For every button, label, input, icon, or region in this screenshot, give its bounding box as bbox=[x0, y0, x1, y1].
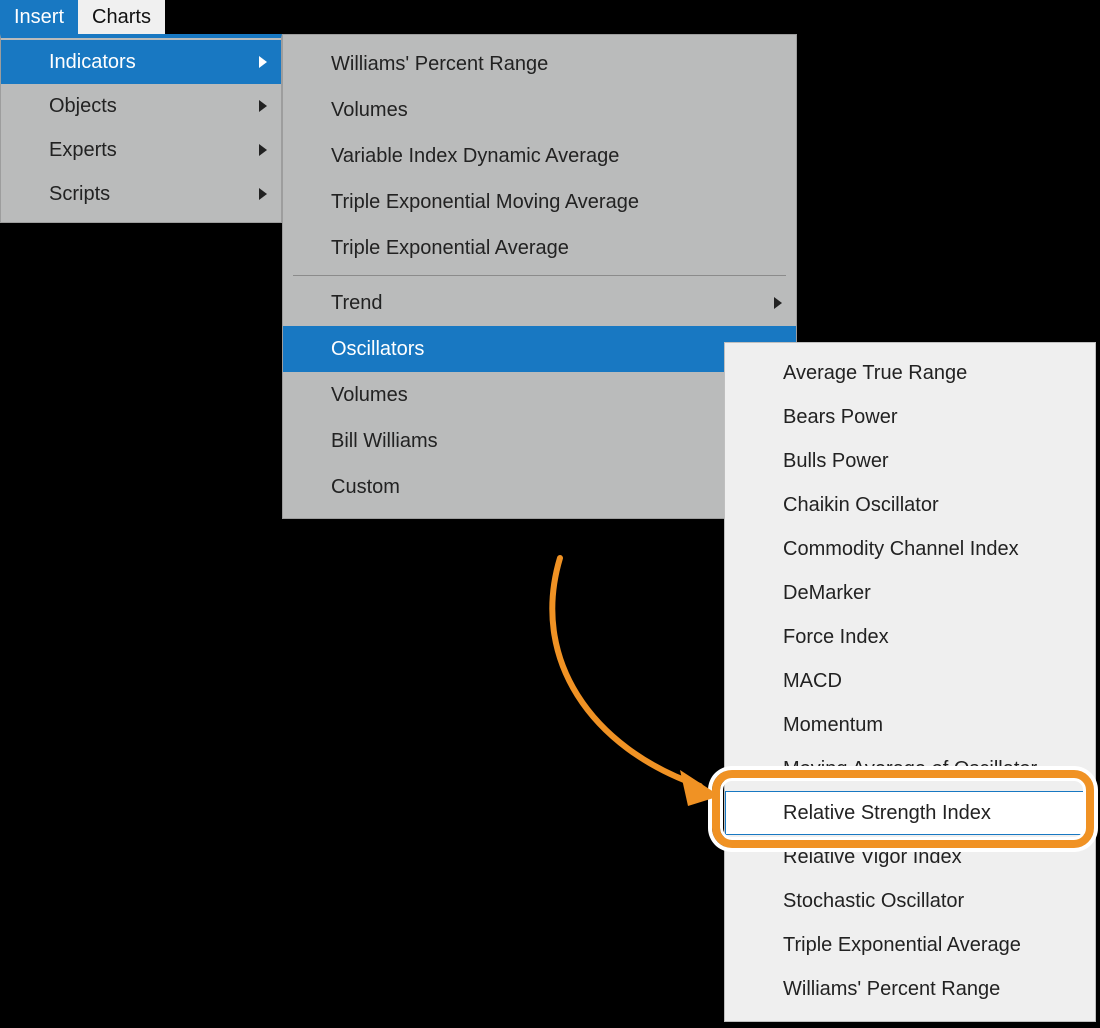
chevron-right-icon bbox=[259, 56, 267, 68]
menu-item-oscillators[interactable]: Oscillators bbox=[283, 326, 796, 372]
menu-item-stochastic-oscillator[interactable]: Stochastic Oscillator bbox=[725, 879, 1095, 923]
menu-item-label: Average True Range bbox=[783, 362, 967, 385]
menu-item-average-true-range[interactable]: Average True Range bbox=[725, 351, 1095, 395]
menu-item-label: Moving Average of Oscillator bbox=[783, 758, 1037, 781]
menu-item-relative-vigor-index[interactable]: Relative Vigor Index bbox=[725, 835, 1095, 879]
menu-item-experts[interactable]: Experts bbox=[1, 128, 281, 172]
menu-item-force-index[interactable]: Force Index bbox=[725, 615, 1095, 659]
menu-item-scripts[interactable]: Scripts bbox=[1, 172, 281, 216]
menu-item-label: Relative Vigor Index bbox=[783, 846, 962, 869]
menu-item-indicators[interactable]: Indicators bbox=[1, 40, 281, 84]
menu-item-volumes[interactable]: Volumes bbox=[283, 87, 796, 133]
menu-item-label: Williams' Percent Range bbox=[783, 978, 1000, 1001]
menu-item-label: Objects bbox=[49, 95, 117, 118]
menu-item-label: DeMarker bbox=[783, 582, 871, 605]
menu-item-macd[interactable]: MACD bbox=[725, 659, 1095, 703]
menu-item-triple-exponential-moving-average[interactable]: Triple Exponential Moving Average bbox=[283, 179, 796, 225]
menu-item-label: MACD bbox=[783, 670, 842, 693]
menu-item-trend[interactable]: Trend bbox=[283, 280, 796, 326]
menu-item-momentum[interactable]: Momentum bbox=[725, 703, 1095, 747]
menu-item-label: Stochastic Oscillator bbox=[783, 890, 964, 913]
annotation-arrow-icon bbox=[520, 548, 740, 818]
menu-item-commodity-channel-index[interactable]: Commodity Channel Index bbox=[725, 527, 1095, 571]
chevron-right-icon bbox=[774, 297, 782, 309]
menu-item-label: Scripts bbox=[49, 183, 110, 206]
menu-item-bill-williams[interactable]: Bill Williams bbox=[283, 418, 796, 464]
menu-item-label: Trend bbox=[331, 292, 383, 315]
menu-item-label: Triple Exponential Average bbox=[331, 237, 569, 260]
menu-item-label: Indicators bbox=[49, 51, 136, 74]
menu-item-label: Force Index bbox=[783, 626, 889, 649]
menu-item-label: Bears Power bbox=[783, 406, 898, 429]
menu-item-variable-index-dynamic-average[interactable]: Variable Index Dynamic Average bbox=[283, 133, 796, 179]
menu-item-label: Chaikin Oscillator bbox=[783, 494, 939, 517]
menu-item-label: Volumes bbox=[331, 384, 408, 407]
menubar-item-insert[interactable]: Insert bbox=[0, 0, 78, 34]
menu-item-label: Relative Strength Index bbox=[783, 802, 991, 825]
menu-item-label: Momentum bbox=[783, 714, 883, 737]
menu-item-label: Oscillators bbox=[331, 338, 424, 361]
menu-item-moving-average-of-oscillator[interactable]: Moving Average of Oscillator bbox=[725, 747, 1095, 791]
menu-item-custom[interactable]: Custom bbox=[283, 464, 796, 510]
menubar-item-charts[interactable]: Charts bbox=[78, 0, 165, 34]
menu-item-label: Bill Williams bbox=[331, 430, 438, 453]
menu-item-chaikin-oscillator[interactable]: Chaikin Oscillator bbox=[725, 483, 1095, 527]
chevron-right-icon bbox=[259, 100, 267, 112]
menu-item-label: Commodity Channel Index bbox=[783, 538, 1019, 561]
menu-item-bulls-power[interactable]: Bulls Power bbox=[725, 439, 1095, 483]
menu-item-label: Triple Exponential Moving Average bbox=[331, 191, 639, 214]
insert-menu: Indicators Objects Experts Scripts bbox=[0, 34, 282, 223]
menu-item-label: Williams' Percent Range bbox=[331, 53, 548, 76]
menu-item-relative-strength-index[interactable]: Relative Strength Index bbox=[725, 791, 1095, 835]
menu-item-triple-exponential-average[interactable]: Triple Exponential Average bbox=[283, 225, 796, 271]
menu-separator bbox=[293, 275, 786, 276]
menu-item-label: Variable Index Dynamic Average bbox=[331, 145, 619, 168]
menu-item-williams-percent-range-osc[interactable]: Williams' Percent Range bbox=[725, 967, 1095, 1011]
menu-item-bears-power[interactable]: Bears Power bbox=[725, 395, 1095, 439]
chevron-right-icon bbox=[259, 144, 267, 156]
menu-item-label: Volumes bbox=[331, 99, 408, 122]
menu-item-demarker[interactable]: DeMarker bbox=[725, 571, 1095, 615]
menu-item-objects[interactable]: Objects bbox=[1, 84, 281, 128]
menu-item-triple-exponential-average-osc[interactable]: Triple Exponential Average bbox=[725, 923, 1095, 967]
chevron-right-icon bbox=[259, 188, 267, 200]
menu-item-label: Custom bbox=[331, 476, 400, 499]
oscillators-menu: Average True Range Bears Power Bulls Pow… bbox=[724, 342, 1096, 1022]
menu-item-williams-percent-range[interactable]: Williams' Percent Range bbox=[283, 41, 796, 87]
menu-item-volumes-category[interactable]: Volumes bbox=[283, 372, 796, 418]
menubar: Insert Charts bbox=[0, 0, 165, 34]
menu-item-label: Experts bbox=[49, 139, 117, 162]
menubar-label: Insert bbox=[14, 6, 64, 29]
indicators-menu: Williams' Percent Range Volumes Variable… bbox=[282, 34, 797, 519]
menubar-label: Charts bbox=[92, 6, 151, 29]
menu-item-label: Triple Exponential Average bbox=[783, 934, 1021, 957]
menu-item-label: Bulls Power bbox=[783, 450, 889, 473]
